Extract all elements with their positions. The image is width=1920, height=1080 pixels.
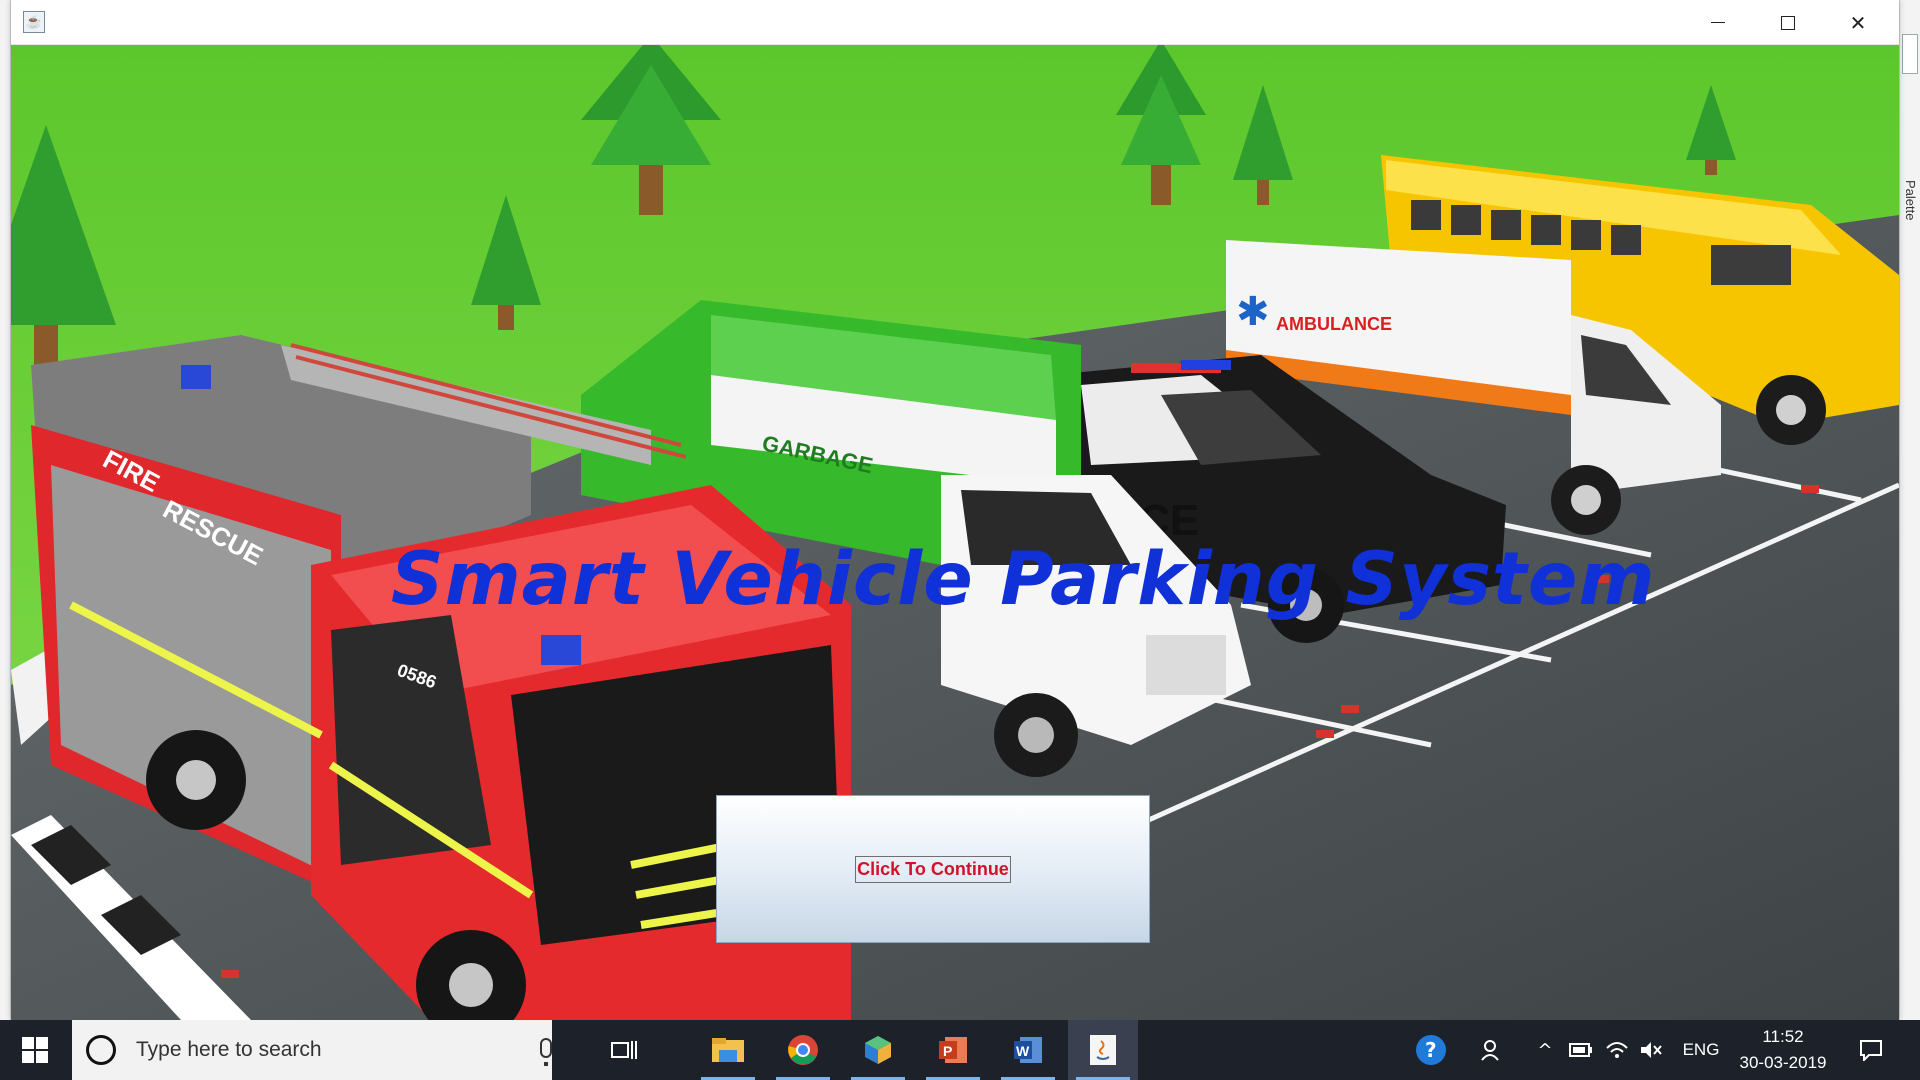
maximize-icon <box>1781 15 1795 30</box>
taskbar-file-explorer[interactable] <box>693 1020 763 1080</box>
battery-tray-button[interactable] <box>1566 1020 1596 1080</box>
ide-tab-box[interactable] <box>1902 34 1918 74</box>
java-icon <box>1090 1035 1116 1065</box>
show-hidden-icons-button[interactable]: ^ <box>1530 1020 1560 1080</box>
box-app-icon <box>865 1036 891 1064</box>
windows-logo-icon <box>22 1037 48 1063</box>
microphone-icon[interactable] <box>540 1038 552 1066</box>
taskbar-powerpoint[interactable]: P <box>918 1020 988 1080</box>
powerpoint-icon: P <box>939 1037 967 1063</box>
clock-date: 30-03-2019 <box>1739 1053 1827 1072</box>
minimize-button[interactable] <box>1683 0 1753 45</box>
java-cup-icon[interactable]: ☕ <box>23 11 45 33</box>
ide-right-panel: Palette <box>1899 0 1920 1020</box>
notification-icon <box>1860 1040 1882 1061</box>
file-explorer-icon <box>712 1038 744 1062</box>
help-icon: ? <box>1416 1035 1446 1065</box>
taskbar-java[interactable] <box>1068 1020 1138 1080</box>
volume-tray-button[interactable] <box>1636 1020 1666 1080</box>
clock-time: 11:52 <box>1762 1027 1804 1046</box>
continue-panel[interactable]: Click To Continue <box>716 795 1150 943</box>
taskbar-box-app[interactable] <box>843 1020 913 1080</box>
taskbar-chrome[interactable] <box>768 1020 838 1080</box>
taskbar-word[interactable]: W <box>993 1020 1063 1080</box>
maximize-button[interactable] <box>1753 0 1823 45</box>
volume-muted-icon <box>1641 1042 1662 1058</box>
network-tray-button[interactable] <box>1602 1020 1632 1080</box>
task-view-button[interactable] <box>596 1020 652 1080</box>
task-view-icon <box>611 1041 637 1059</box>
svg-text:?: ? <box>1425 1038 1437 1062</box>
app-window: ☕ ✕ AMBULANCE ✱ ICE GARBAGE FIRE RESCUE … <box>11 0 1899 1020</box>
people-icon <box>1481 1040 1499 1061</box>
start-button[interactable] <box>0 1020 70 1080</box>
title-bar[interactable]: ☕ ✕ <box>11 0 1899 45</box>
minimize-icon <box>1711 22 1725 23</box>
continue-button[interactable]: Click To Continue <box>855 855 1011 883</box>
close-button[interactable]: ✕ <box>1823 0 1893 45</box>
search-box[interactable]: Type here to search <box>72 1020 552 1080</box>
page-title: Smart Vehicle Parking System <box>391 537 1656 622</box>
help-tray-button[interactable]: ? <box>1408 1020 1454 1080</box>
svg-text:✱: ✱ <box>1236 289 1270 335</box>
ide-left-edge <box>0 0 11 1020</box>
people-tray-button[interactable] <box>1472 1020 1512 1080</box>
taskbar: Type here to search P W ? ^ ENG 11:52 30… <box>0 1020 1920 1080</box>
chrome-icon <box>788 1035 818 1065</box>
close-icon: ✕ <box>1849 10 1867 35</box>
svg-text:P: P <box>943 1043 952 1059</box>
svg-text:W: W <box>1016 1043 1030 1059</box>
ambulance-label: AMBULANCE <box>1276 314 1392 334</box>
chevron-up-icon: ^ <box>1537 1039 1553 1061</box>
search-placeholder[interactable]: Type here to search <box>136 1038 322 1062</box>
word-icon: W <box>1014 1037 1042 1063</box>
action-center-button[interactable] <box>1846 1020 1896 1080</box>
clock[interactable]: 11:52 30-03-2019 <box>1728 1020 1838 1080</box>
wifi-icon <box>1606 1042 1628 1058</box>
language-indicator[interactable]: ENG <box>1676 1020 1726 1080</box>
cortana-icon[interactable] <box>86 1035 116 1065</box>
battery-icon <box>1569 1043 1592 1057</box>
palette-label[interactable]: Palette <box>1903 180 1918 220</box>
background-scene: AMBULANCE ✱ ICE GARBAGE FIRE RESCUE 0586… <box>11 45 1899 1020</box>
